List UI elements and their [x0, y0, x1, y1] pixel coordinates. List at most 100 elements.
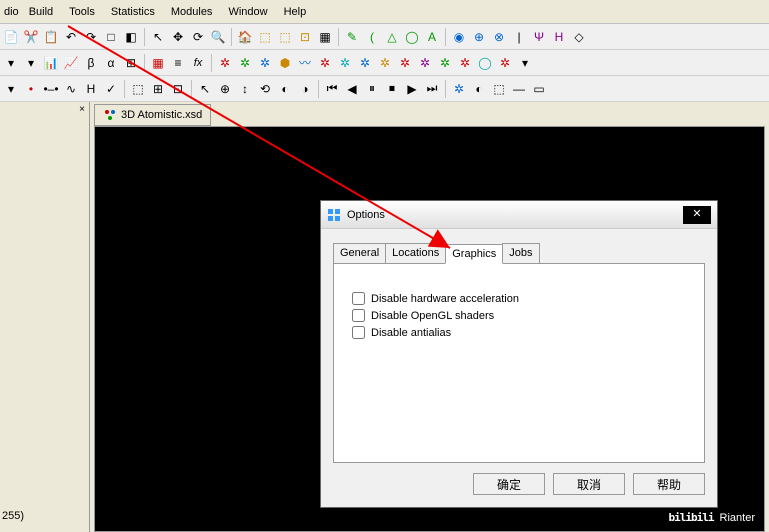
tool-icon[interactable]: •–• [42, 80, 60, 98]
tool-icon[interactable]: ▾ [2, 54, 20, 72]
menu-build[interactable]: Build [21, 2, 61, 22]
tool-icon[interactable]: ⬚ [129, 80, 147, 98]
tool-icon[interactable]: ◐ [470, 80, 488, 98]
checkbox-disable-antialias[interactable] [352, 326, 365, 339]
tool-icon[interactable]: H [550, 28, 568, 46]
tab-general[interactable]: General [333, 243, 386, 263]
tool-icon[interactable]: 📄 [2, 28, 20, 46]
tool-icon[interactable]: ✲ [416, 54, 434, 72]
tool-icon[interactable]: ⊕ [470, 28, 488, 46]
tool-icon[interactable]: ✎ [343, 28, 361, 46]
tool-icon[interactable]: 🏠 [236, 28, 254, 46]
tool-icon[interactable]: ∿ [62, 80, 80, 98]
tool-icon[interactable]: ⏸ [363, 80, 381, 98]
tool-icon[interactable]: ▦ [316, 28, 334, 46]
tool-icon[interactable]: 📈 [62, 54, 80, 72]
tool-icon[interactable]: ( [363, 28, 381, 46]
tool-icon[interactable]: ↕ [236, 80, 254, 98]
tool-icon[interactable]: ✲ [436, 54, 454, 72]
tool-icon[interactable]: ⊡ [296, 28, 314, 46]
tool-icon[interactable]: □ [102, 28, 120, 46]
tool-icon[interactable]: | [510, 28, 528, 46]
tool-icon[interactable]: — [510, 80, 528, 98]
tool-icon[interactable]: ⊕ [216, 80, 234, 98]
sidebar-close-icon[interactable]: × [75, 102, 89, 117]
tool-icon[interactable]: 〰 [296, 54, 314, 72]
tool-icon[interactable]: ⏹ [383, 80, 401, 98]
tool-icon[interactable]: ⬚ [256, 28, 274, 46]
document-tab[interactable]: 3D Atomistic.xsd [94, 104, 211, 126]
tool-icon[interactable]: ▦ [149, 54, 167, 72]
tool-icon[interactable]: ✲ [376, 54, 394, 72]
checkbox-disable-opengl-shaders[interactable] [352, 309, 365, 322]
tool-icon[interactable]: ⬚ [276, 28, 294, 46]
tool-icon[interactable]: ⏭ [423, 80, 441, 98]
tool-icon[interactable]: ⟲ [256, 80, 274, 98]
tool-icon[interactable]: α [102, 54, 120, 72]
tool-icon[interactable]: ⊞ [122, 54, 140, 72]
tool-icon[interactable]: ◑ [296, 80, 314, 98]
checkbox-disable-hw-accel[interactable] [352, 292, 365, 305]
tool-icon[interactable]: A [423, 28, 441, 46]
tool-icon[interactable]: ≡ [169, 54, 187, 72]
tool-icon[interactable]: 📋 [42, 28, 60, 46]
tool-icon[interactable]: Ψ [530, 28, 548, 46]
tool-icon[interactable]: ⊗ [490, 28, 508, 46]
tab-jobs[interactable]: Jobs [502, 243, 539, 263]
tool-icon[interactable]: • [22, 80, 40, 98]
tab-locations[interactable]: Locations [385, 243, 446, 263]
tool-icon[interactable]: 🔍 [209, 28, 227, 46]
tool-icon[interactable]: ▾ [516, 54, 534, 72]
tool-icon[interactable]: ✲ [396, 54, 414, 72]
tool-icon[interactable]: ▾ [2, 80, 20, 98]
tool-icon[interactable]: H [82, 80, 100, 98]
tool-icon[interactable]: ✲ [356, 54, 374, 72]
tool-icon[interactable]: ✥ [169, 28, 187, 46]
tool-icon[interactable]: ◯ [476, 54, 494, 72]
tool-icon[interactable]: β [82, 54, 100, 72]
tool-icon[interactable]: ◉ [450, 28, 468, 46]
tool-icon[interactable]: 📊 [42, 54, 60, 72]
tool-icon[interactable]: ↶ [62, 28, 80, 46]
tab-graphics[interactable]: Graphics [445, 244, 503, 264]
tool-icon[interactable]: fx [189, 54, 207, 72]
tool-icon[interactable]: ↷ [82, 28, 100, 46]
tool-icon[interactable]: ✲ [456, 54, 474, 72]
tool-icon[interactable]: ◧ [122, 28, 140, 46]
tool-icon[interactable]: ◐ [276, 80, 294, 98]
tool-icon[interactable]: ⊡ [169, 80, 187, 98]
tool-icon[interactable]: ▾ [22, 54, 40, 72]
ok-button[interactable]: 确定 [473, 473, 545, 495]
tool-icon[interactable]: ✲ [450, 80, 468, 98]
tool-icon[interactable]: ▭ [530, 80, 548, 98]
help-button[interactable]: 帮助 [633, 473, 705, 495]
tool-icon[interactable]: ✓ [102, 80, 120, 98]
cancel-button[interactable]: 取消 [553, 473, 625, 495]
menu-window[interactable]: Window [220, 2, 275, 22]
tool-icon[interactable]: ◀ [343, 80, 361, 98]
dialog-close-button[interactable]: ✕ [683, 206, 711, 224]
tool-icon[interactable]: ↖ [149, 28, 167, 46]
tool-icon[interactable]: ✲ [216, 54, 234, 72]
menu-help[interactable]: Help [276, 2, 315, 22]
tool-icon[interactable]: ✲ [316, 54, 334, 72]
tool-icon[interactable]: △ [383, 28, 401, 46]
tool-icon[interactable]: ✲ [496, 54, 514, 72]
tool-icon[interactable]: ✲ [336, 54, 354, 72]
menu-modules[interactable]: Modules [163, 2, 221, 22]
tool-icon[interactable]: ✲ [236, 54, 254, 72]
menu-tools[interactable]: Tools [61, 2, 103, 22]
tool-icon[interactable]: ⬢ [276, 54, 294, 72]
tool-icon[interactable]: ✂️ [22, 28, 40, 46]
tool-icon[interactable]: ◇ [570, 28, 588, 46]
menu-statistics[interactable]: Statistics [103, 2, 163, 22]
tool-icon[interactable]: ⊞ [149, 80, 167, 98]
tool-icon[interactable]: ↖ [196, 80, 214, 98]
tool-icon[interactable]: ⏮ [323, 80, 341, 98]
tool-icon[interactable]: ⬚ [490, 80, 508, 98]
tool-icon[interactable]: ▶ [403, 80, 421, 98]
toolbar-row-3: ▾ • •–• ∿ H ✓ ⬚ ⊞ ⊡ ↖ ⊕ ↕ ⟲ ◐ ◑ ⏮ ◀ ⏸ ⏹ … [0, 76, 769, 102]
tool-icon[interactable]: ◯ [403, 28, 421, 46]
tool-icon[interactable]: ⟳ [189, 28, 207, 46]
tool-icon[interactable]: ✲ [256, 54, 274, 72]
